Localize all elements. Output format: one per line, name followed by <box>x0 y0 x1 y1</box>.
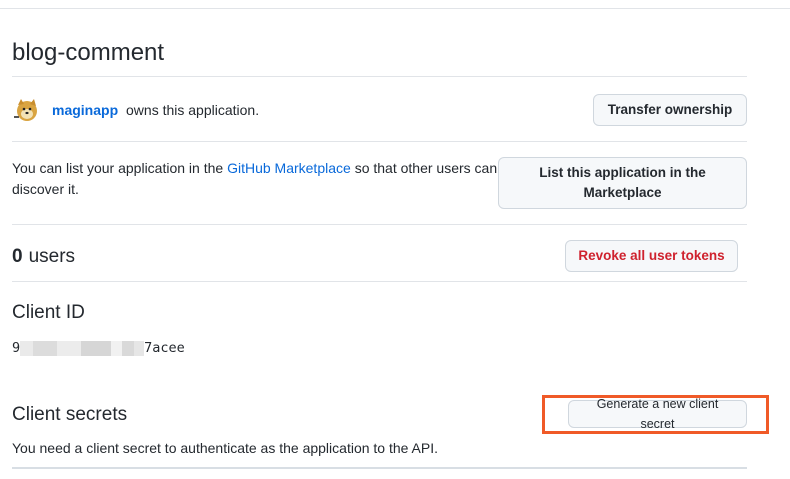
redaction-block <box>122 340 135 356</box>
annotation-highlight-box <box>542 395 769 434</box>
owner-statement: maginapp owns this application. <box>52 102 259 118</box>
owner-suffix: owns this application. <box>126 102 260 118</box>
divider <box>12 224 747 225</box>
users-count: 0 <box>12 246 23 267</box>
github-marketplace-link[interactable]: GitHub Marketplace <box>227 160 351 176</box>
marketplace-text-before: You can list your application in the <box>12 160 224 176</box>
divider <box>12 281 747 282</box>
transfer-ownership-button[interactable]: Transfer ownership <box>593 94 747 126</box>
redaction-block <box>81 340 112 356</box>
users-label: users <box>28 246 76 267</box>
client-id-prefix: 9 <box>12 340 21 356</box>
client-id-heading: Client ID <box>12 302 85 323</box>
users-count-row: 0 users <box>12 244 75 270</box>
marketplace-description: You can list your application in the Git… <box>12 158 500 200</box>
owner-row: maginapp owns this application. <box>12 96 259 124</box>
divider <box>12 141 747 142</box>
client-secrets-heading: Client secrets <box>12 404 128 425</box>
revoke-all-user-tokens-button[interactable]: Revoke all user tokens <box>565 240 738 272</box>
redaction-block <box>134 340 145 356</box>
avatar[interactable] <box>12 96 40 124</box>
top-divider <box>0 8 790 9</box>
page-title: blog-comment <box>12 39 165 66</box>
client-secrets-description: You need a client secret to authenticate… <box>12 440 439 456</box>
list-in-marketplace-button[interactable]: List this application in the Marketplace <box>498 157 747 209</box>
divider <box>12 76 747 77</box>
divider <box>12 467 747 469</box>
redaction-block <box>33 340 58 356</box>
client-id-value[interactable]: 9 7acee <box>12 338 185 358</box>
client-id-suffix: 7acee <box>144 340 185 356</box>
redaction-block <box>20 340 34 356</box>
owner-link[interactable]: maginapp <box>52 102 118 118</box>
redaction-block <box>111 340 123 356</box>
redaction-block <box>57 340 82 356</box>
